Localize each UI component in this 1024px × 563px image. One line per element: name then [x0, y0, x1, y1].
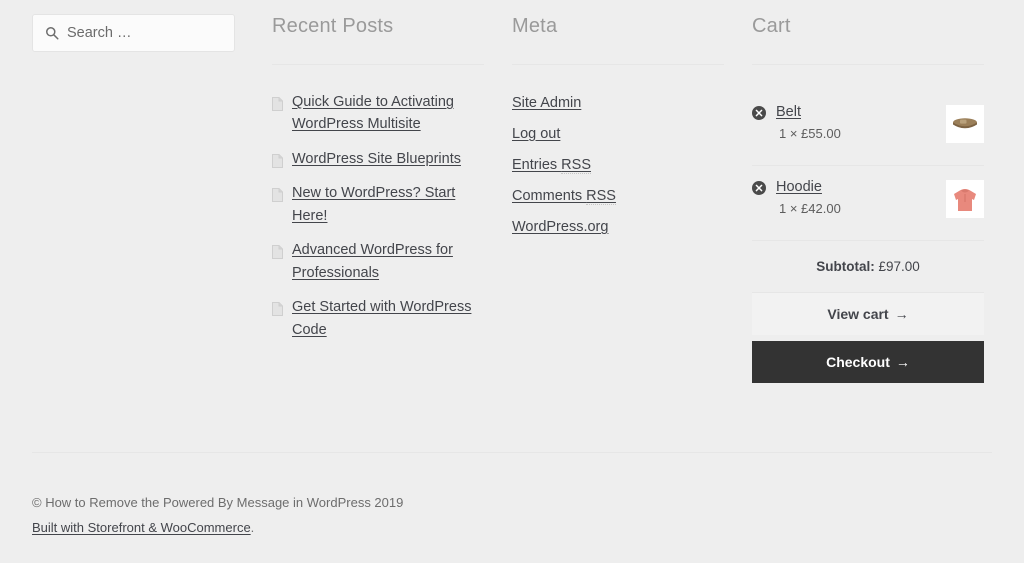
cart-subtotal: Subtotal: £97.00 [752, 241, 984, 293]
view-cart-label: View cart [827, 306, 889, 322]
cart-item: Belt 1 × £55.00 [752, 91, 984, 166]
footer-credit: Built with Storefront & WooCommerce. [32, 516, 992, 541]
meta-link-label: Entries [512, 157, 562, 173]
meta-link-label: Comments [512, 188, 587, 204]
cart-title: Cart [752, 15, 791, 37]
list-item[interactable]: WordPress Site Blueprints [272, 148, 484, 170]
cart-widget: Cart Belt 1 × £55.00 Hoodie 1 × £42.00 S… [752, 14, 984, 383]
list-item[interactable]: Log out [512, 122, 724, 146]
list-item[interactable]: Entries RSS [512, 153, 724, 177]
cart-subtotal-label: Subtotal: [816, 259, 875, 274]
search-icon [45, 26, 59, 40]
meta-title: Meta [512, 15, 558, 37]
recent-posts-list: Quick Guide to Activating WordPress Mult… [272, 91, 484, 341]
view-cart-button[interactable]: View cart → [752, 293, 984, 335]
recent-posts-title: Recent Posts [272, 15, 394, 37]
search-form[interactable] [32, 14, 235, 52]
list-item[interactable]: Get Started with WordPress Code [272, 296, 484, 341]
rss-abbreviation: RSS [586, 188, 616, 205]
list-item[interactable]: Quick Guide to Activating WordPress Mult… [272, 91, 484, 136]
cart-item: Hoodie 1 × £42.00 [752, 166, 984, 241]
list-item[interactable]: Comments RSS [512, 184, 724, 208]
rss-abbreviation: RSS [561, 157, 591, 174]
remove-circle-icon[interactable] [752, 106, 766, 120]
recent-post-link[interactable]: Advanced WordPress for Professionals [292, 239, 484, 284]
meta-widget: Meta Site Admin Log out Entries RSS Comm… [512, 14, 752, 383]
widget-divider [272, 64, 484, 65]
meta-link-log-out[interactable]: Log out [512, 126, 560, 142]
widget-divider [752, 64, 984, 65]
page-root: Recent Posts Quick Guide to Activating W… [0, 0, 1024, 563]
belt-thumbnail [946, 105, 984, 143]
recent-post-link[interactable]: New to WordPress? Start Here! [292, 182, 484, 227]
footer-widget-columns: Recent Posts Quick Guide to Activating W… [0, 0, 1024, 383]
footer-credit-link[interactable]: Built with Storefront & WooCommerce [32, 520, 251, 535]
meta-list: Site Admin Log out Entries RSS Comments … [512, 91, 724, 239]
meta-link-site-admin[interactable]: Site Admin [512, 95, 581, 111]
cart-item-name[interactable]: Hoodie [776, 179, 822, 195]
cart-items-list: Belt 1 × £55.00 Hoodie 1 × £42.00 [752, 91, 984, 241]
arrow-right-icon: → [894, 306, 909, 322]
search-input[interactable] [67, 25, 217, 41]
cart-item-quantity-price: 1 × £55.00 [779, 126, 841, 141]
footer-copyright: © How to Remove the Powered By Message i… [32, 495, 404, 510]
meta-link-label: WordPress.org [512, 219, 609, 235]
checkout-label: Checkout [826, 354, 890, 370]
meta-link-entries-rss[interactable]: Entries RSS [512, 157, 591, 174]
list-item[interactable]: WordPress.org [512, 215, 724, 239]
cart-subtotal-value: £97.00 [878, 259, 920, 274]
meta-link-wordpress-org[interactable]: WordPress.org [512, 219, 608, 235]
list-item[interactable]: Advanced WordPress for Professionals [272, 239, 484, 284]
cart-item-body: Belt 1 × £55.00 [776, 103, 940, 141]
recent-posts-widget: Recent Posts Quick Guide to Activating W… [272, 14, 512, 383]
site-footer: © How to Remove the Powered By Message i… [32, 452, 992, 540]
document-icon [272, 152, 283, 168]
recent-post-link[interactable]: WordPress Site Blueprints [292, 148, 461, 170]
remove-circle-icon[interactable] [752, 181, 766, 195]
arrow-right-icon: → [895, 354, 910, 370]
hoodie-thumbnail [946, 180, 984, 218]
meta-link-label: Log out [512, 126, 561, 142]
list-item[interactable]: New to WordPress? Start Here! [272, 182, 484, 227]
meta-link-label: Site Admin [512, 95, 582, 111]
document-icon [272, 186, 283, 203]
search-widget-column [32, 14, 272, 383]
footer-credit-suffix: . [250, 519, 255, 535]
cart-item-body: Hoodie 1 × £42.00 [776, 178, 940, 216]
document-icon [272, 95, 283, 111]
recent-post-link[interactable]: Get Started with WordPress Code [292, 296, 484, 341]
document-icon [272, 300, 283, 317]
list-item[interactable]: Site Admin [512, 91, 724, 115]
document-icon [272, 243, 283, 260]
widget-divider [512, 64, 724, 65]
cart-item-name[interactable]: Belt [776, 104, 801, 120]
checkout-button[interactable]: Checkout → [752, 341, 984, 383]
cart-item-quantity-price: 1 × £42.00 [779, 201, 841, 216]
meta-link-comments-rss[interactable]: Comments RSS [512, 188, 616, 205]
recent-post-link[interactable]: Quick Guide to Activating WordPress Mult… [292, 91, 484, 136]
